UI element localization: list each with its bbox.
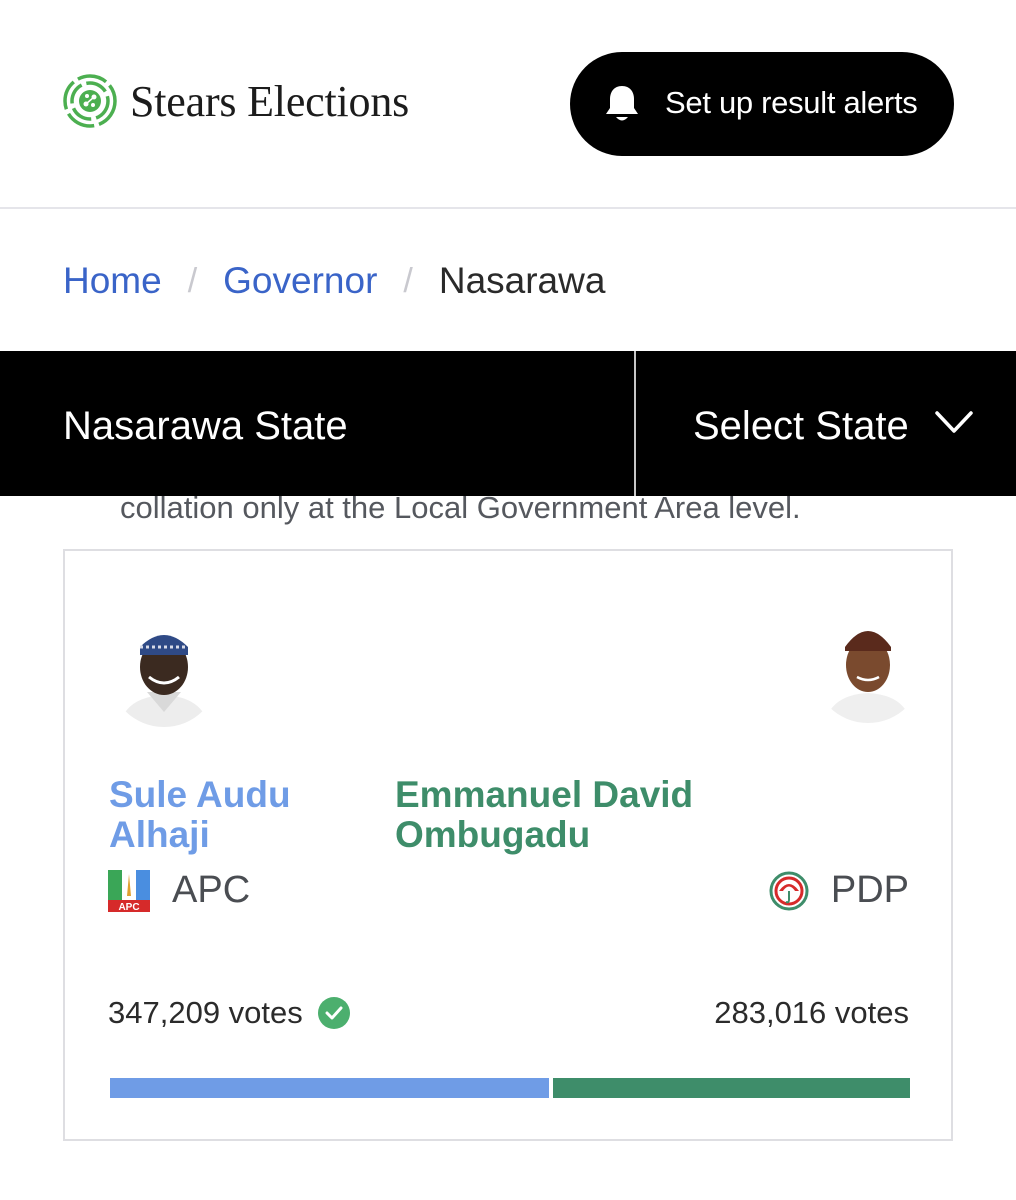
party-pdp: PDP (769, 869, 909, 912)
pdp-umbrella-icon (769, 871, 809, 910)
fingerprint-logo-icon (63, 74, 117, 128)
brand-name: Stears Elections (130, 76, 410, 126)
candidate-name-apc[interactable]: Sule Audu Alhaji (109, 775, 349, 855)
vote-share-bar-pdp (553, 1078, 910, 1098)
votes-pdp: 283,016 votes (714, 995, 909, 1031)
check-circle-icon (317, 997, 350, 1029)
bell-icon (606, 86, 638, 121)
breadcrumb-current: Nasarawa (438, 260, 606, 301)
breadcrumb-separator: / (403, 261, 413, 300)
votes-label-pdp: 283,016 votes (714, 995, 909, 1030)
brand-logo[interactable]: Stears Elections (62, 68, 409, 134)
party-label-pdp: PDP (830, 869, 909, 911)
result-alerts-button[interactable]: Set up result alerts (570, 52, 954, 156)
chevron-down-icon (935, 411, 973, 433)
select-state-label: Select State (693, 404, 909, 448)
party-apc: APC APC (108, 869, 250, 912)
result-alerts-label: Set up result alerts (665, 85, 918, 120)
svg-text:APC: APC (118, 902, 139, 912)
breadcrumb-governor[interactable]: Governor (223, 260, 377, 302)
select-state-dropdown[interactable]: Select State (636, 351, 1016, 496)
candidate-name-pdp[interactable]: Emmanuel David Ombugadu (395, 775, 755, 855)
header-divider (0, 207, 1016, 209)
state-bar: Nasarawa State Select State (0, 351, 1016, 496)
breadcrumb-home[interactable]: Home (63, 260, 162, 302)
votes-label-apc: 347,209 votes (108, 995, 303, 1030)
candidate-avatar-pdp (813, 613, 923, 723)
state-title: Nasarawa State (63, 404, 348, 448)
breadcrumb: Home / Governor / Nasarawa (63, 260, 605, 302)
party-label-apc: APC (172, 869, 251, 911)
site-header: Stears Elections Set up result alerts (0, 0, 1016, 208)
collation-note: collation only at the Local Government A… (120, 490, 801, 525)
votes-apc: 347,209 votes (108, 995, 351, 1031)
apc-flag-icon: APC (108, 869, 150, 912)
vote-share-bar-apc (110, 1078, 549, 1098)
candidate-avatar-apc (109, 617, 219, 727)
result-card: Sule Audu Alhaji Emmanuel David Ombugadu… (63, 549, 953, 1141)
breadcrumb-separator: / (187, 261, 198, 300)
